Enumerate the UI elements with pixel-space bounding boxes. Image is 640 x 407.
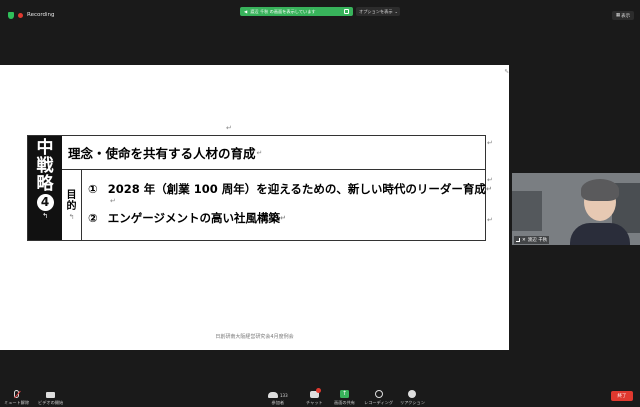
view-grid-icon: ▦ bbox=[615, 13, 621, 18]
chat-icon bbox=[309, 388, 321, 398]
item-marker: ② bbox=[88, 211, 98, 225]
item-text: エンゲージメントの高い社風構築 bbox=[107, 211, 281, 225]
purpose-label: 目 的 ↰ bbox=[62, 170, 82, 240]
strategy-number-badge: 4 bbox=[36, 194, 54, 211]
paragraph-mark: ↵ bbox=[280, 214, 286, 222]
participant-hair bbox=[581, 179, 619, 201]
view-button[interactable]: ▦ 表示 bbox=[612, 11, 634, 20]
chat-label: チャット bbox=[306, 400, 323, 405]
share-screen-label: 画面の共有 bbox=[334, 400, 355, 405]
record-button[interactable]: レコーディング bbox=[364, 387, 393, 406]
end-meeting-button[interactable]: 終了 bbox=[611, 391, 633, 401]
view-options-button[interactable]: オプションを表示 ⌄ bbox=[356, 7, 400, 16]
participant-name: 渡辺 千秋 bbox=[527, 238, 548, 243]
strategy-label-char: 略 bbox=[36, 174, 54, 194]
video-background-shelf bbox=[512, 191, 542, 231]
view-options-label: オプションを表示 bbox=[359, 8, 393, 14]
view-label: 表示 bbox=[621, 13, 631, 19]
participant-video-tile[interactable]: ✕ 渡辺 千秋 bbox=[512, 173, 640, 245]
video-camera-icon bbox=[46, 392, 56, 398]
recording-label: Recording bbox=[27, 12, 55, 18]
recording-dot-icon bbox=[18, 12, 23, 18]
muted-mic-icon: ✕ bbox=[522, 237, 526, 243]
item-text: 2028 年（創業 100 周年）を迎えるための、新しい時代のリーダー育成 bbox=[107, 182, 486, 196]
strategy-label-char: 中 bbox=[36, 138, 54, 158]
share-notice-text: 渡辺 千秋 の画面を表示しています bbox=[250, 8, 316, 14]
purpose-items: ① 2028 年（創業 100 周年）を迎えるための、新しい時代のリーダー育成 … bbox=[88, 170, 492, 240]
microphone-muted-icon bbox=[14, 390, 20, 398]
share-screen-icon: ↑ bbox=[339, 390, 349, 398]
purpose-label-char: 目 bbox=[66, 189, 77, 201]
recording-indicator[interactable]: Recording bbox=[8, 10, 55, 20]
reaction-smiley-icon bbox=[408, 390, 417, 398]
chevron-down-icon: ⌄ bbox=[394, 9, 399, 14]
strategy-table: 中 戦 略 4 ↰ 理念・使命を共有する人材の育成 ↵ 目 的 ↰ ① 2028… bbox=[27, 135, 492, 241]
purpose-item: ① 2028 年（創業 100 周年）を迎えるための、新しい時代のリーダー育成 … bbox=[88, 181, 492, 197]
unmute-label: ミュート解除 bbox=[4, 400, 30, 405]
speaker-icon: ◀ bbox=[244, 9, 248, 14]
resize-handle-icon: ⇖ bbox=[504, 68, 509, 75]
chat-button[interactable]: チャット bbox=[306, 387, 323, 406]
strategy-title-row: 理念・使命を共有する人材の育成 ↵ bbox=[62, 136, 485, 170]
participant-body bbox=[570, 223, 630, 245]
participants-count: 133 bbox=[280, 393, 288, 398]
record-icon bbox=[374, 390, 383, 398]
stop-share-icon[interactable] bbox=[344, 9, 349, 14]
item-marker: ① bbox=[88, 182, 98, 196]
strategy-label-char: 戦 bbox=[36, 156, 54, 176]
paragraph-mark: ↵ bbox=[487, 139, 493, 147]
shared-screen-slide: ⇖ ↵ ↵ ↵ ↵ 中 戦 略 4 ↰ 理念・使命を共有する人材の育成 ↵ 目 … bbox=[0, 65, 509, 350]
participants-button[interactable]: 133 参加者 bbox=[268, 387, 288, 406]
return-mark: ↰ bbox=[42, 212, 48, 220]
paragraph-mark: ↵ bbox=[485, 185, 492, 193]
unmute-button[interactable]: ミュート解除 bbox=[4, 387, 29, 406]
start-video-label: ビデオの開始 bbox=[38, 400, 64, 405]
signal-icon bbox=[516, 238, 520, 242]
end-meeting-label: 終了 bbox=[617, 394, 627, 399]
paragraph-mark: ↵ bbox=[487, 216, 493, 224]
return-mark: ↰ bbox=[68, 212, 75, 221]
participant-name-tag: ✕ 渡辺 千秋 bbox=[514, 236, 550, 244]
paragraph-mark: ↵ bbox=[256, 148, 263, 157]
participants-label: 参加者 bbox=[271, 400, 285, 405]
meeting-toolbar: ミュート解除 ビデオの開始 133 参加者 チャット ↑ 画面の共有 レコーディ… bbox=[0, 385, 640, 407]
start-video-button[interactable]: ビデオの開始 bbox=[38, 387, 63, 406]
record-label: レコーディング bbox=[364, 400, 394, 405]
strategy-title: 理念・使命を共有する人材の育成 bbox=[68, 146, 256, 161]
security-shield-icon[interactable] bbox=[8, 11, 14, 19]
meeting-top-bar: Recording ◀ 渡辺 千秋 の画面を表示しています オプションを表示 ⌄… bbox=[0, 0, 640, 22]
reactions-label: リアクション bbox=[400, 400, 425, 405]
participants-icon bbox=[268, 392, 278, 398]
screen-share-notice: ◀ 渡辺 千秋 の画面を表示しています bbox=[240, 7, 353, 16]
purpose-item: ② エンゲージメントの高い社風構築 ↵ bbox=[88, 210, 286, 226]
chat-unread-badge bbox=[315, 388, 321, 393]
paragraph-mark: ↵ bbox=[110, 197, 116, 205]
reactions-button[interactable]: リアクション bbox=[400, 387, 425, 406]
purpose-label-char: 的 bbox=[66, 200, 77, 212]
paragraph-mark: ↵ bbox=[226, 124, 232, 132]
share-screen-button[interactable]: ↑ 画面の共有 bbox=[334, 387, 355, 406]
strategy-label: 中 戦 略 4 ↰ bbox=[28, 136, 62, 240]
slide-footer: 日創研南大阪経営研究会4月度例会 bbox=[215, 334, 294, 340]
